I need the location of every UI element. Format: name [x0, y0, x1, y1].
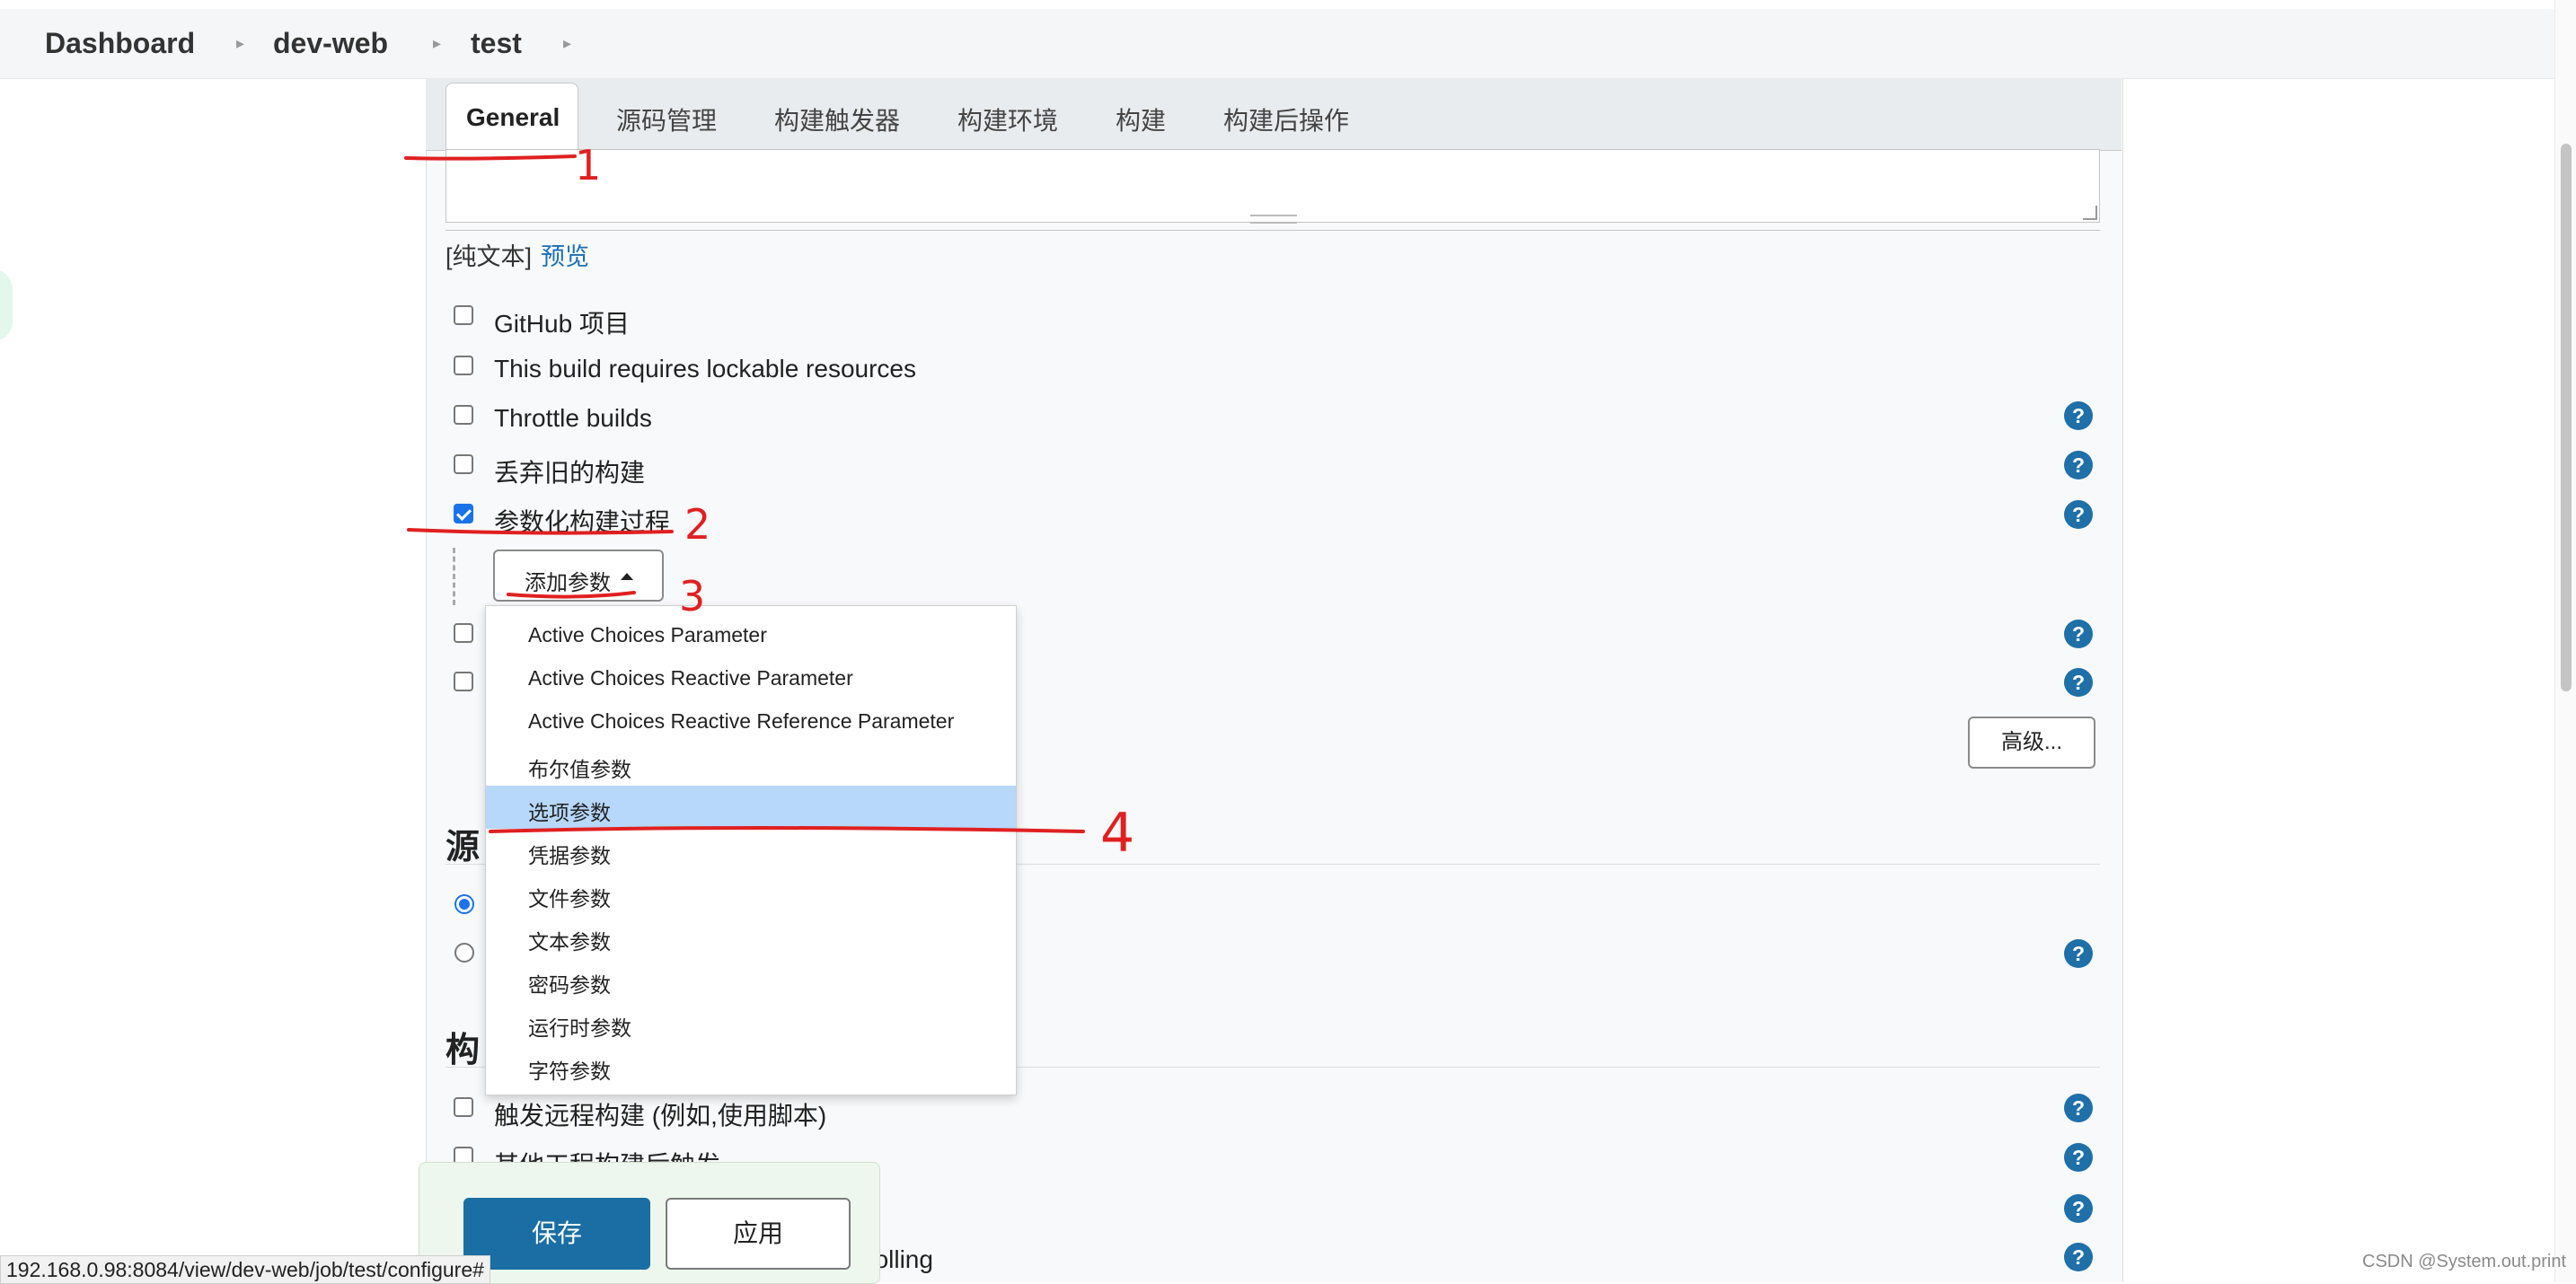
preview-link[interactable]: 预览 [541, 237, 589, 272]
breadcrumb-test[interactable]: test [471, 27, 522, 60]
description-textarea[interactable] [446, 149, 2100, 224]
status-bar-url: 192.168.0.98:8084/view/dev-web/job/test/… [0, 1255, 490, 1284]
tab-build[interactable]: 构建 [1116, 101, 1166, 137]
menu-item-label: 字符参数 [528, 1060, 611, 1083]
menu-item-credentials[interactable]: 凭据参数 [486, 829, 1016, 872]
scm-git-radio[interactable] [454, 943, 474, 963]
breadcrumb-chevron-icon[interactable]: ▸ [563, 34, 571, 53]
help-icon[interactable]: ? [2064, 500, 2093, 529]
menu-item-string[interactable]: 字符参数 [486, 1044, 1016, 1087]
breadcrumb-chevron-icon[interactable]: ▸ [433, 34, 441, 53]
tab-general[interactable]: General [446, 83, 578, 152]
help-icon[interactable]: ? [2064, 939, 2093, 968]
tab-general-label: General [466, 103, 560, 131]
breadcrumb-dashboard[interactable]: Dashboard [45, 27, 195, 60]
resize-handle-icon[interactable] [2083, 206, 2097, 220]
caret-up-icon [621, 573, 633, 580]
menu-item-label: Active Choices Parameter [528, 623, 767, 646]
apply-button[interactable]: 应用 [666, 1198, 851, 1270]
parameterized-build-checkbox[interactable] [454, 504, 473, 523]
hidden-option-checkbox[interactable] [454, 623, 473, 643]
nested-indent-guide [453, 548, 455, 605]
scrollbar-thumb[interactable] [2561, 144, 2572, 691]
help-icon[interactable]: ? [2064, 620, 2093, 648]
menu-item-active-choices-reactive-reference[interactable]: Active Choices Reactive Reference Parame… [486, 699, 1016, 743]
menu-item-label: 运行时参数 [528, 1016, 631, 1040]
menu-item-label: Active Choices Reactive Parameter [528, 666, 853, 690]
hidden-option-checkbox[interactable] [454, 672, 473, 691]
save-button[interactable]: 保存 [463, 1198, 650, 1270]
menu-item-boolean[interactable]: 布尔值参数 [486, 743, 1016, 786]
parameterized-build-label: 参数化构建过程 [494, 508, 671, 536]
menu-item-run[interactable]: 运行时参数 [486, 1001, 1016, 1044]
plain-text-label: [纯文本] [446, 243, 533, 270]
menu-item-active-choices[interactable]: Active Choices Parameter [486, 613, 1016, 656]
tab-post-build-actions[interactable]: 构建后操作 [1223, 101, 1349, 137]
menu-item-label: Active Choices Reactive Reference Parame… [528, 709, 955, 733]
advanced-button[interactable]: 高级... [1968, 717, 2095, 769]
tab-build-environment[interactable]: 构建环境 [957, 101, 1058, 137]
scm-none-radio[interactable] [454, 894, 474, 914]
help-icon[interactable]: ? [2064, 451, 2093, 479]
breadcrumb-chevron-icon[interactable]: ▸ [236, 34, 244, 53]
help-icon[interactable]: ? [2064, 1243, 2093, 1271]
side-widget [0, 269, 13, 341]
remote-trigger-label: 触发远程构建 (例如,使用脚本) [494, 1102, 827, 1130]
help-icon[interactable]: ? [2064, 1194, 2093, 1223]
add-parameter-label: 添加参数 [525, 571, 611, 595]
menu-item-label: 密码参数 [528, 973, 611, 997]
discard-old-builds-checkbox[interactable] [454, 454, 473, 474]
textarea-bottom-rule [446, 224, 2100, 231]
breadcrumb: Dashboard ▸ dev-web ▸ test ▸ [0, 9, 2554, 79]
tab-build-triggers[interactable]: 构建触发器 [774, 101, 900, 137]
menu-item-label: 文本参数 [528, 930, 611, 954]
menu-item-choice[interactable]: 选项参数 [486, 786, 1016, 829]
menu-item-file[interactable]: 文件参数 [486, 872, 1016, 915]
menu-item-label: 布尔值参数 [528, 758, 631, 781]
menu-item-text[interactable]: 文本参数 [486, 915, 1016, 958]
add-parameter-menu: Active Choices Parameter Active Choices … [485, 605, 1017, 1095]
menu-item-label: 选项参数 [528, 801, 611, 824]
github-project-label: GitHub 项目 [494, 310, 630, 338]
help-icon[interactable]: ? [2064, 1143, 2093, 1172]
menu-item-active-choices-reactive[interactable]: Active Choices Reactive Parameter [486, 656, 1016, 699]
scm-section-title: 源 [446, 829, 481, 866]
menu-item-label: 文件参数 [528, 887, 611, 910]
help-icon[interactable]: ? [2064, 401, 2093, 430]
lockable-resources-label: This build requires lockable resources [494, 355, 916, 383]
breadcrumb-dev-web[interactable]: dev-web [273, 27, 388, 60]
watermark: CSDN @System.out.print [2362, 1252, 2567, 1271]
throttle-builds-label: Throttle builds [494, 404, 652, 432]
textarea-grip-icon[interactable] [1250, 215, 1297, 224]
discard-old-builds-label: 丢弃旧的构建 [494, 459, 646, 487]
help-icon[interactable]: ? [2064, 668, 2093, 697]
config-tabbar: 源码管理 构建触发器 构建环境 构建 构建后操作 [426, 78, 2122, 151]
triggers-section-title: 构 [446, 1032, 481, 1069]
help-icon[interactable]: ? [2064, 1094, 2093, 1122]
menu-item-label: 凭据参数 [528, 844, 611, 867]
remote-trigger-checkbox[interactable] [454, 1097, 473, 1117]
add-parameter-button[interactable]: 添加参数 [493, 550, 664, 602]
menu-item-password[interactable]: 密码参数 [486, 958, 1016, 1001]
github-project-checkbox[interactable] [454, 305, 473, 325]
throttle-builds-checkbox[interactable] [454, 405, 473, 425]
lockable-resources-checkbox[interactable] [454, 356, 473, 375]
tab-source-management[interactable]: 源码管理 [616, 101, 717, 137]
